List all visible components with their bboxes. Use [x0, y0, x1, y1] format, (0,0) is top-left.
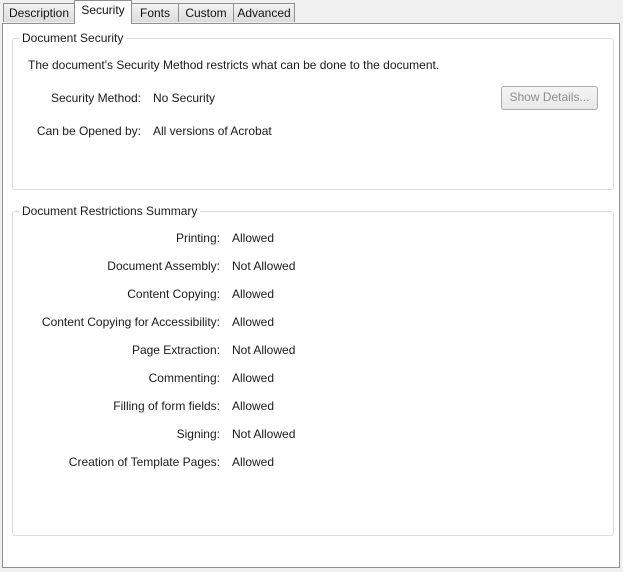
document-security-group: Document Security The document's Securit… [12, 30, 614, 190]
opened-by-label: Can be Opened by: [36, 124, 141, 138]
restriction-value: Allowed [232, 287, 275, 301]
tab-advanced[interactable]: Advanced [233, 3, 295, 22]
restrictions-group: Document Restrictions Summary Printing: … [12, 203, 614, 536]
restriction-label: Signing: [176, 427, 220, 441]
security-method-label: Security Method: [50, 91, 141, 105]
security-description: The document's Security Method restricts… [28, 58, 440, 72]
restriction-label: Commenting: [148, 371, 220, 385]
tab-custom[interactable]: Custom [178, 3, 234, 22]
opened-by-value: All versions of Acrobat [153, 124, 272, 138]
restriction-value: Allowed [232, 399, 275, 413]
tab-security[interactable]: Security [74, 0, 132, 24]
restriction-value: Not Allowed [232, 343, 296, 357]
restriction-value: Allowed [232, 315, 275, 329]
restriction-value: Not Allowed [232, 427, 296, 441]
tab-fonts[interactable]: Fonts [131, 3, 179, 22]
restriction-value: Allowed [232, 231, 275, 245]
restriction-label: Content Copying for Accessibility: [41, 315, 220, 329]
security-method-value: No Security [153, 91, 216, 105]
restriction-label: Creation of Template Pages: [68, 455, 220, 469]
restrictions-title: Document Restrictions Summary [19, 203, 201, 219]
restriction-label: Page Extraction: [131, 343, 220, 357]
restriction-label: Content Copying: [127, 287, 220, 301]
restriction-label: Printing: [175, 231, 220, 245]
restriction-label: Filling of form fields: [113, 399, 220, 413]
restriction-label: Document Assembly: [107, 259, 220, 273]
restriction-value: Allowed [232, 455, 275, 469]
show-details-button[interactable]: Show Details... [501, 86, 598, 110]
restriction-value: Allowed [232, 371, 275, 385]
document-security-title: Document Security [19, 30, 127, 46]
restriction-value: Not Allowed [232, 259, 296, 273]
tab-description[interactable]: Description [3, 3, 75, 22]
tab-bar: Description Security Fonts Custom Advanc… [0, 0, 623, 24]
security-panel: Document Security The document's Securit… [2, 23, 620, 568]
